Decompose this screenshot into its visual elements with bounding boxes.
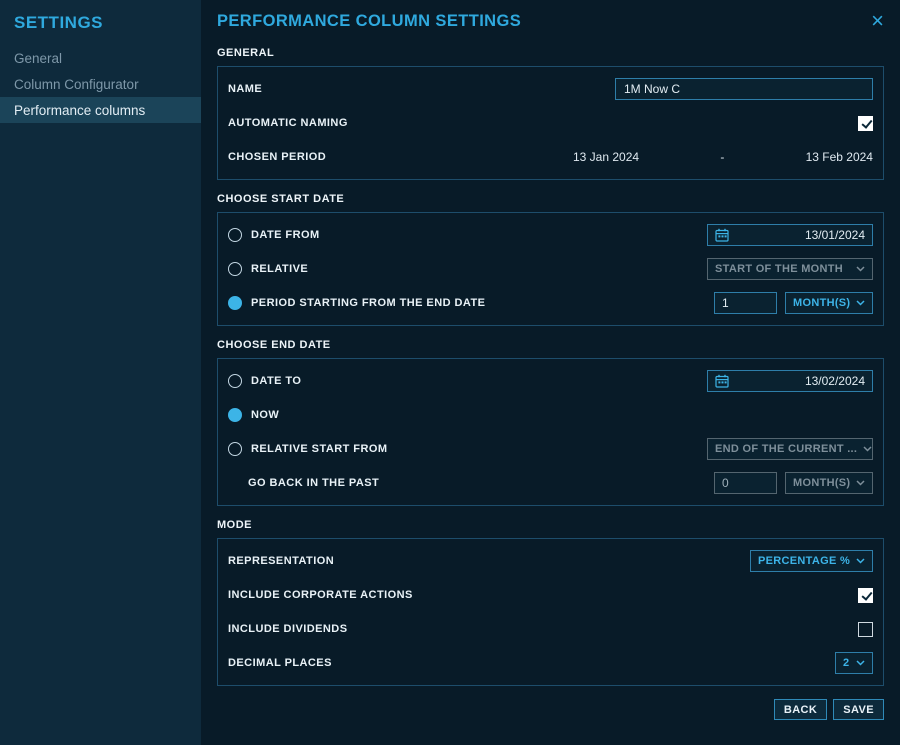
go-back-unit-value: MONTH(S) xyxy=(793,477,850,489)
app-window: SETTINGS General Column Configurator Per… xyxy=(0,0,900,745)
relative-select[interactable]: START OF THE MONTH xyxy=(707,258,873,280)
date-to-option: DATE TO xyxy=(228,374,301,388)
dividends-label: INCLUDE DIVIDENDS xyxy=(228,623,348,635)
end-date-section: DATE TO 13/02/2024 xyxy=(217,358,884,506)
decimal-places-label: DECIMAL PLACES xyxy=(228,657,332,669)
go-back-controls: MONTH(S) xyxy=(714,472,873,494)
go-back-count-input[interactable] xyxy=(714,472,777,494)
sidebar-item-column-configurator[interactable]: Column Configurator xyxy=(0,71,201,97)
date-from-row: DATE FROM 13/01/202 xyxy=(228,218,873,252)
representation-row: REPRESENTATION PERCENTAGE % xyxy=(228,544,873,578)
corporate-actions-row: INCLUDE CORPORATE ACTIONS xyxy=(228,578,873,612)
chevron-down-icon xyxy=(856,266,865,272)
period-from-end-controls: MONTH(S) xyxy=(714,292,873,314)
now-option: NOW xyxy=(228,408,279,422)
representation-select[interactable]: PERCENTAGE % xyxy=(750,550,873,572)
automatic-naming-row: AUTOMATIC NAMING xyxy=(228,106,873,140)
save-button[interactable]: SAVE xyxy=(833,699,884,720)
chevron-down-icon xyxy=(856,300,865,306)
relative-start-option: RELATIVE START FROM xyxy=(228,442,387,456)
name-row: NAME xyxy=(228,72,873,106)
go-back-label: GO BACK IN THE PAST xyxy=(248,477,379,489)
sidebar-item-performance-columns[interactable]: Performance columns xyxy=(0,97,201,123)
go-back-row: GO BACK IN THE PAST MONTH(S) xyxy=(228,466,873,500)
chevron-down-icon xyxy=(863,446,872,452)
general-section-title: GENERAL xyxy=(217,47,884,59)
start-date-section-title: CHOOSE START DATE xyxy=(217,193,884,205)
period-count-input[interactable] xyxy=(714,292,777,314)
period-from-end-radio[interactable] xyxy=(228,296,242,310)
relative-start-row: RELATIVE START FROM END OF THE CURRENT .… xyxy=(228,432,873,466)
relative-start-select[interactable]: END OF THE CURRENT ... xyxy=(707,438,873,460)
representation-value: PERCENTAGE % xyxy=(758,555,850,567)
performance-column-settings-panel: PERFORMANCE COLUMN SETTINGS × GENERAL NA… xyxy=(201,0,900,745)
chosen-period-label: CHOSEN PERIOD xyxy=(228,151,326,163)
name-input[interactable] xyxy=(615,78,873,100)
mode-section: REPRESENTATION PERCENTAGE % INCLUDE CORP… xyxy=(217,538,884,686)
relative-label: RELATIVE xyxy=(251,263,308,275)
period-unit-value: MONTH(S) xyxy=(793,297,850,309)
relative-select-value: START OF THE MONTH xyxy=(715,263,843,275)
chevron-down-icon xyxy=(856,558,865,564)
calendar-icon[interactable] xyxy=(715,228,729,242)
date-from-value: 13/01/2024 xyxy=(735,228,865,242)
chevron-down-icon xyxy=(856,480,865,486)
now-radio[interactable] xyxy=(228,408,242,422)
period-from-end-option: PERIOD STARTING FROM THE END DATE xyxy=(228,296,485,310)
relative-radio[interactable] xyxy=(228,262,242,276)
period-from-end-row: PERIOD STARTING FROM THE END DATE MONTH(… xyxy=(228,286,873,320)
chosen-period-values: 13 Jan 2024 - 13 Feb 2024 xyxy=(573,150,873,164)
date-from-radio[interactable] xyxy=(228,228,242,242)
decimal-places-row: DECIMAL PLACES 2 xyxy=(228,646,873,680)
back-button[interactable]: BACK xyxy=(774,699,827,720)
date-from-option: DATE FROM xyxy=(228,228,320,242)
date-to-radio[interactable] xyxy=(228,374,242,388)
now-label: NOW xyxy=(251,409,279,421)
automatic-naming-checkbox[interactable] xyxy=(858,116,873,131)
dividends-checkbox[interactable] xyxy=(858,622,873,637)
relative-row: RELATIVE START OF THE MONTH xyxy=(228,252,873,286)
name-label: NAME xyxy=(228,83,262,95)
sidebar-title: SETTINGS xyxy=(0,0,201,45)
calendar-icon[interactable] xyxy=(715,374,729,388)
go-back-unit-select[interactable]: MONTH(S) xyxy=(785,472,873,494)
date-to-value: 13/02/2024 xyxy=(735,374,865,388)
relative-start-radio[interactable] xyxy=(228,442,242,456)
decimal-places-value: 2 xyxy=(843,657,849,669)
relative-start-select-value: END OF THE CURRENT ... xyxy=(715,443,857,455)
general-section: NAME AUTOMATIC NAMING CHOSEN PERIOD 13 J… xyxy=(217,66,884,180)
end-date-section-title: CHOOSE END DATE xyxy=(217,339,884,351)
date-to-field[interactable]: 13/02/2024 xyxy=(707,370,873,392)
date-from-field[interactable]: 13/01/2024 xyxy=(707,224,873,246)
corporate-actions-label: INCLUDE CORPORATE ACTIONS xyxy=(228,589,413,601)
period-from-end-label: PERIOD STARTING FROM THE END DATE xyxy=(251,297,485,309)
chosen-period-row: CHOSEN PERIOD 13 Jan 2024 - 13 Feb 2024 xyxy=(228,140,873,174)
date-to-label: DATE TO xyxy=(251,375,301,387)
dialog-title: PERFORMANCE COLUMN SETTINGS xyxy=(217,12,521,31)
now-row: NOW xyxy=(228,398,873,432)
period-end-date: 13 Feb 2024 xyxy=(806,150,873,164)
settings-sidebar: SETTINGS General Column Configurator Per… xyxy=(0,0,201,745)
relative-option: RELATIVE xyxy=(228,262,308,276)
date-to-row: DATE TO 13/02/2024 xyxy=(228,364,873,398)
automatic-naming-label: AUTOMATIC NAMING xyxy=(228,117,348,129)
period-unit-select[interactable]: MONTH(S) xyxy=(785,292,873,314)
dialog-header: PERFORMANCE COLUMN SETTINGS × xyxy=(217,8,884,34)
chevron-down-icon xyxy=(856,660,865,666)
date-from-label: DATE FROM xyxy=(251,229,320,241)
mode-section-title: MODE xyxy=(217,519,884,531)
decimal-places-select[interactable]: 2 xyxy=(835,652,873,674)
period-start-date: 13 Jan 2024 xyxy=(573,150,639,164)
representation-label: REPRESENTATION xyxy=(228,555,334,567)
close-icon[interactable]: × xyxy=(871,10,884,32)
corporate-actions-checkbox[interactable] xyxy=(858,588,873,603)
dividends-row: INCLUDE DIVIDENDS xyxy=(228,612,873,646)
start-date-section: DATE FROM 13/01/202 xyxy=(217,212,884,326)
dialog-footer: BACK SAVE xyxy=(217,699,884,720)
relative-start-label: RELATIVE START FROM xyxy=(251,443,387,455)
sidebar-item-general[interactable]: General xyxy=(0,45,201,71)
period-separator: - xyxy=(720,150,724,164)
